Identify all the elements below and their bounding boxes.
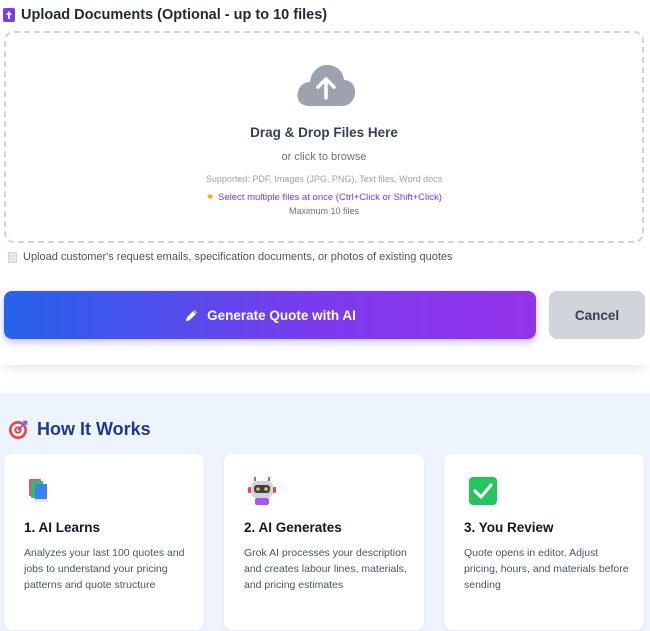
max-files-text: Maximum 10 files [288, 206, 360, 216]
step-description: Quote opens in editor. Adjust pricing, h… [464, 547, 629, 591]
upload-section-title: Upload Documents (Optional - up to 10 fi… [3, 6, 327, 24]
dropzone-subheading: or click to browse [281, 151, 367, 163]
step-title: 3. You Review [464, 520, 554, 535]
check-mark-icon [469, 477, 497, 505]
upload-hint-text: Upload customer's request emails, specif… [23, 251, 453, 263]
how-it-works-title: How It Works [37, 419, 151, 439]
step-description: Grok AI processes your description and c… [244, 547, 407, 591]
step-description: Analyzes your last 100 quotes and jobs t… [24, 547, 185, 591]
upload-hint: Upload customer's request emails, specif… [8, 251, 453, 263]
step-card-ai-generates: 2. AI Generates Grok AI processes your d… [224, 454, 424, 630]
books-icon [29, 479, 48, 502]
page-icon [8, 251, 17, 263]
cancel-button[interactable]: Cancel [549, 291, 645, 339]
file-dropzone[interactable]: Drag & Drop Files Here or click to brows… [4, 31, 644, 243]
upload-title-text: Upload Documents (Optional - up to 10 fi… [21, 7, 328, 23]
upload-document-icon [3, 8, 15, 22]
step-card-you-review: 3. You Review Quote opens in editor. Adj… [444, 454, 644, 630]
multi-select-tip-text: Select multiple files at once (Ctrl+Clic… [218, 192, 442, 203]
target-icon [9, 420, 28, 439]
generate-quote-label: Generate Quote with AI [207, 307, 356, 323]
sparkle-icon: ✷ [206, 192, 215, 203]
upload-card: Upload Documents (Optional - up to 10 fi… [0, 0, 650, 365]
cloud-upload-icon [297, 64, 356, 106]
pencil-icon [185, 309, 198, 321]
how-it-works-heading: How It Works [8, 419, 151, 440]
supported-formats-text: Supported: PDF, Images (JPG, PNG), Text … [205, 174, 443, 184]
step-title: 1. AI Learns [24, 520, 101, 535]
dropzone-heading: Drag & Drop Files Here [250, 125, 398, 140]
step-card-ai-learns: 1. AI Learns Analyzes your last 100 quot… [4, 454, 204, 630]
generate-quote-button[interactable]: Generate Quote with AI [4, 291, 536, 339]
step-title: 2. AI Generates [244, 520, 342, 535]
multi-select-tip: ✷ Select multiple files at once (Ctrl+Cli… [6, 192, 642, 203]
how-it-works-section: How It Works 1. AI Learns Analyzes your … [0, 393, 650, 631]
robot-icon [248, 477, 276, 505]
